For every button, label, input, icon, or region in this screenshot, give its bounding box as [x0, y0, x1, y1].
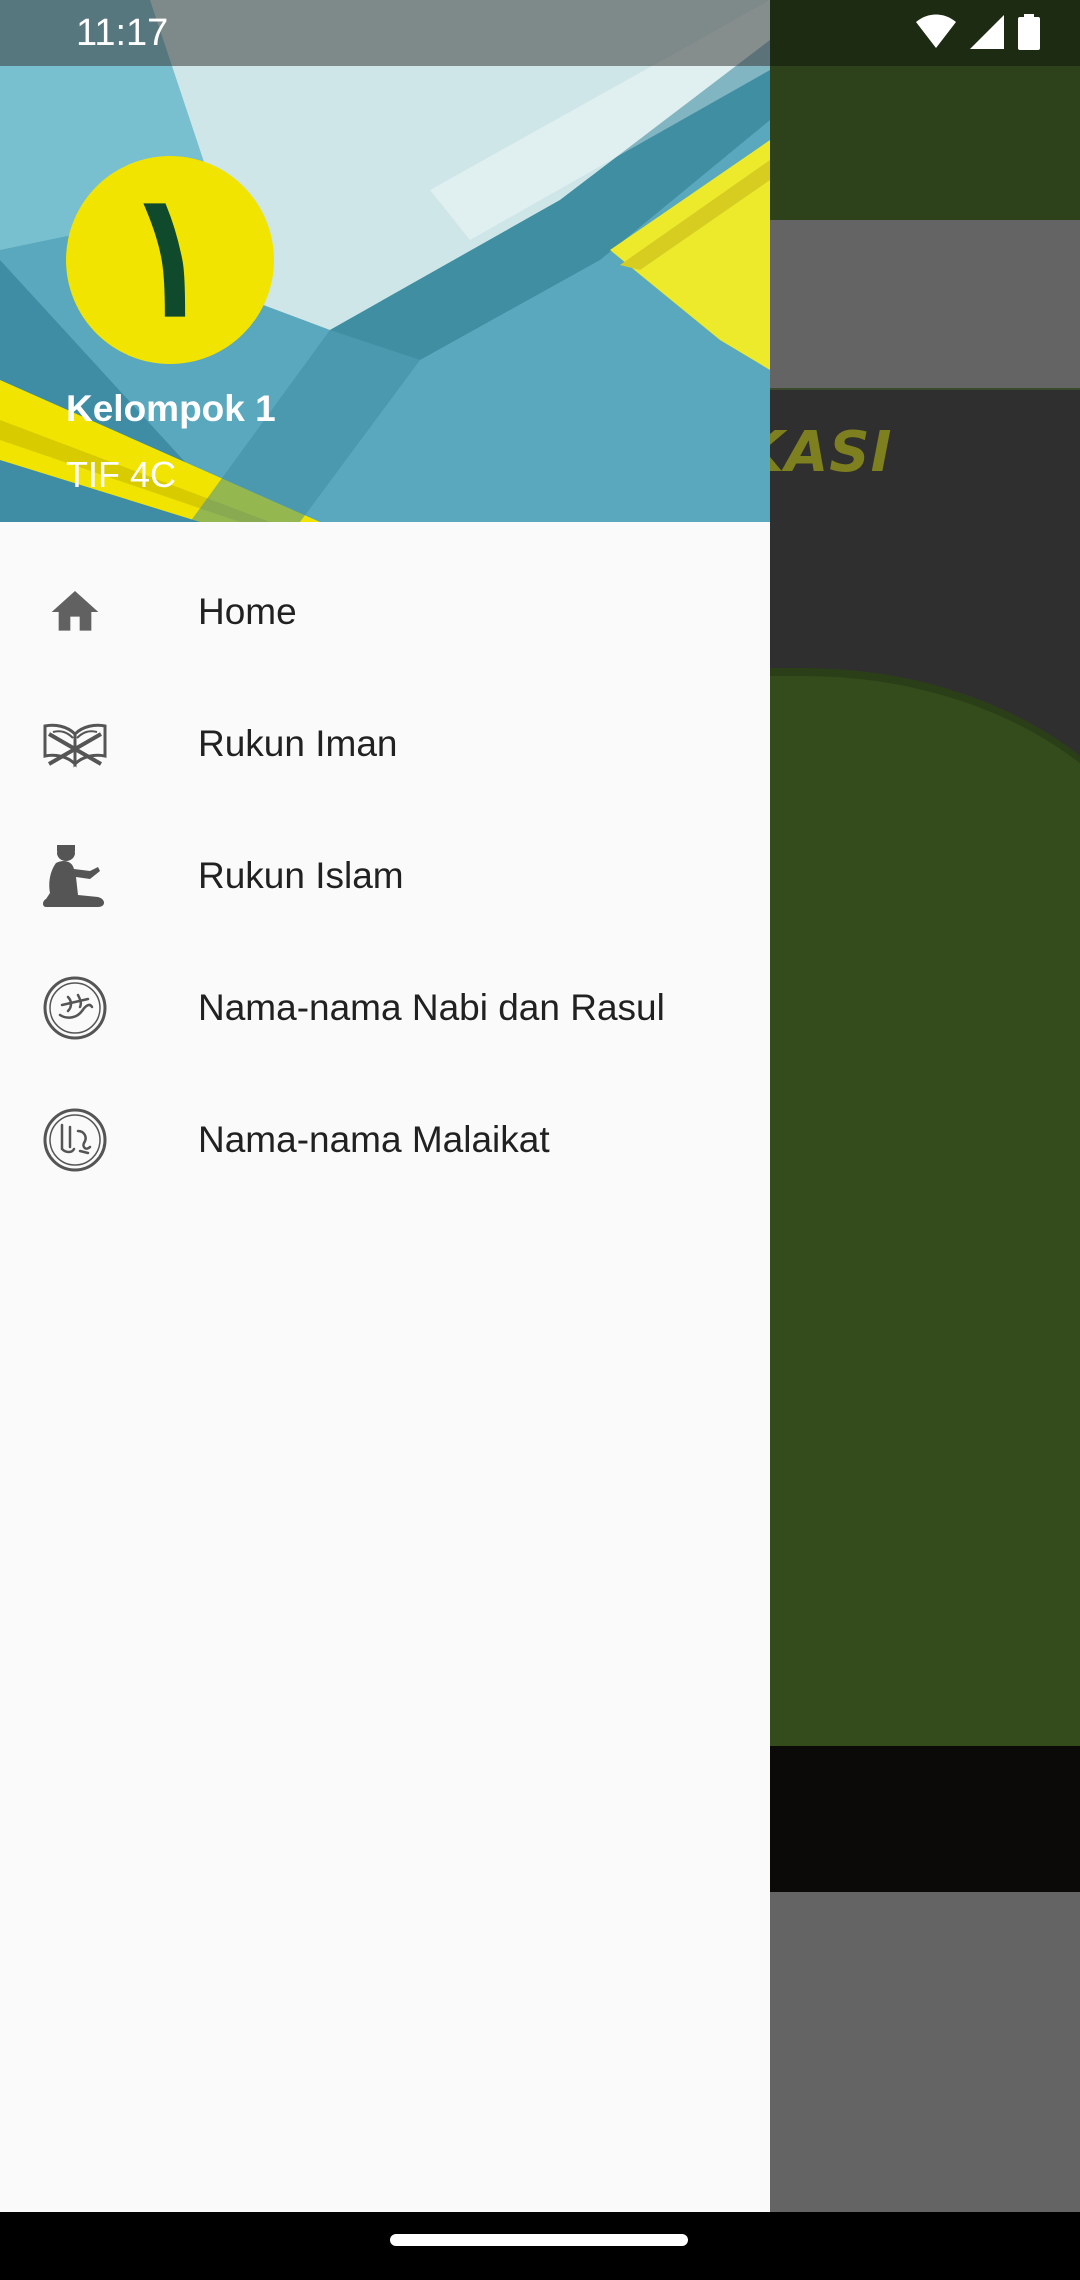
- avatar-numeral: ١: [124, 155, 216, 355]
- menu-item-rukun-islam[interactable]: Rukun Islam: [0, 810, 770, 942]
- avatar: ١: [66, 156, 274, 364]
- home-gesture-handle[interactable]: [390, 2234, 688, 2246]
- menu-item-home[interactable]: Home: [0, 546, 770, 678]
- menu-item-label: Nama-nama Nabi dan Rasul: [198, 987, 665, 1028]
- muhammad-calligraphy-icon: [42, 975, 108, 1041]
- drawer-header-name: Kelompok 1: [66, 388, 276, 429]
- menu-item-rukun-iman[interactable]: Rukun Iman: [0, 678, 770, 810]
- drawer-header: ١ Kelompok 1 TIF 4C: [0, 0, 770, 522]
- gesture-nav-bar: [0, 2212, 1080, 2280]
- navigation-drawer: ١ Kelompok 1 TIF 4C Home Rukun Iman Ruku…: [0, 0, 770, 2212]
- battery-icon: [1018, 14, 1040, 55]
- home-icon: [42, 579, 108, 645]
- drawer-header-subtitle: TIF 4C: [66, 454, 177, 495]
- drawer-scrim[interactable]: [770, 0, 1080, 2212]
- status-bar: 11:17: [0, 0, 1080, 66]
- quran-book-icon: [42, 711, 108, 777]
- menu-item-label: Home: [198, 591, 297, 632]
- screen: PLIKASI ١ Kel: [0, 0, 1080, 2280]
- drawer-menu: Home Rukun Iman Rukun Islam Nama-nama Na…: [0, 546, 770, 1206]
- menu-item-malaikat[interactable]: Nama-nama Malaikat: [0, 1074, 770, 1206]
- praying-person-icon: [42, 843, 108, 909]
- menu-item-nabi-rasul[interactable]: Nama-nama Nabi dan Rasul: [0, 942, 770, 1074]
- signal-icon: [970, 15, 1004, 54]
- menu-item-label: Rukun Islam: [198, 855, 404, 896]
- menu-item-label: Rukun Iman: [198, 723, 398, 764]
- menu-item-label: Nama-nama Malaikat: [198, 1119, 550, 1160]
- wifi-icon: [916, 14, 956, 55]
- malaikat-calligraphy-icon: [42, 1107, 108, 1173]
- status-icons: [916, 14, 1040, 55]
- status-time: 11:17: [76, 12, 169, 54]
